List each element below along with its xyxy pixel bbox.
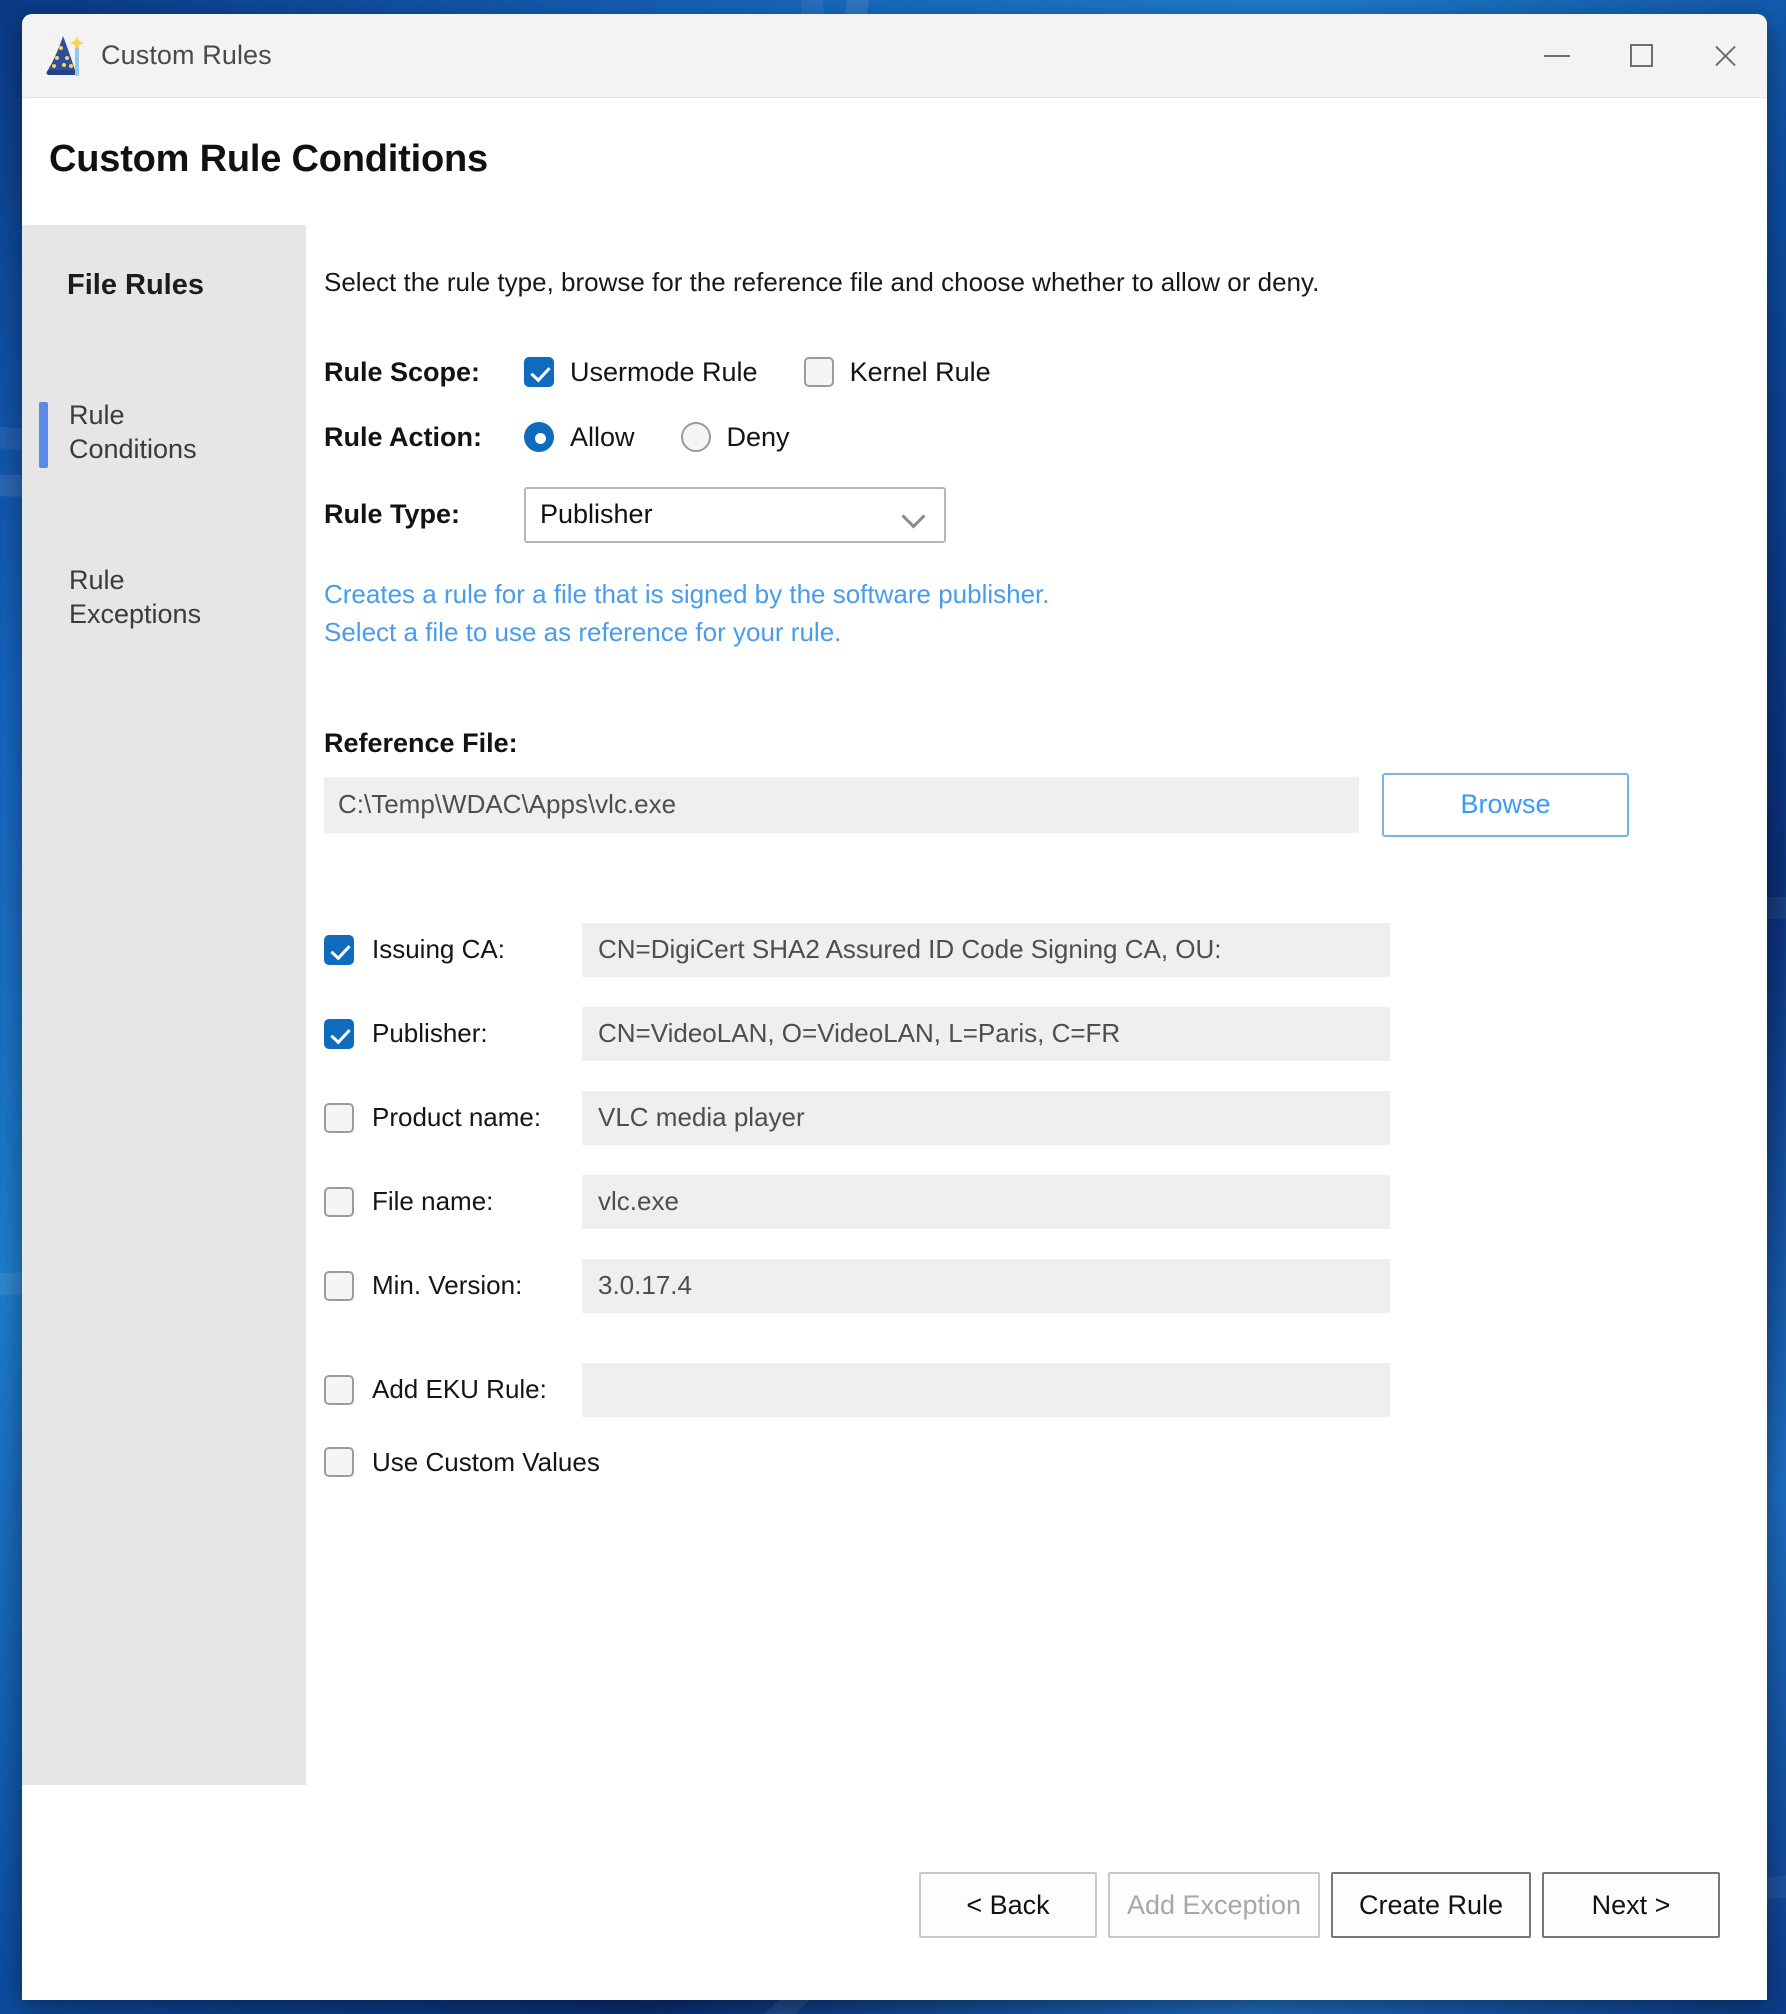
close-button[interactable] [1683, 14, 1767, 98]
create-rule-button[interactable]: Create Rule [1331, 1872, 1531, 1938]
field-row-issuing-ca: Issuing CA: CN=DigiCert SHA2 Assured ID … [324, 923, 1767, 977]
use-custom-values-checkbox[interactable] [324, 1447, 354, 1477]
rule-type-description-line-1: Creates a rule for a file that is signed… [324, 577, 1767, 611]
use-custom-values-label: Use Custom Values [372, 1447, 600, 1478]
deny-radio[interactable] [681, 422, 711, 452]
maximize-icon [1630, 44, 1653, 67]
rule-scope-label: Rule Scope: [324, 357, 524, 388]
product-name-value[interactable]: VLC media player [582, 1091, 1390, 1145]
attribute-fields: Issuing CA: CN=DigiCert SHA2 Assured ID … [324, 923, 1767, 1478]
main-panel: Select the rule type, browse for the ref… [306, 225, 1767, 1785]
custom-rules-window: Custom Rules Custom Rule Conditions File… [22, 14, 1767, 2000]
issuing-ca-checkbox[interactable] [324, 935, 354, 965]
rule-action-row: Rule Action: Allow Deny [324, 422, 1767, 453]
file-name-label: File name: [372, 1186, 582, 1217]
add-eku-rule-value[interactable] [582, 1363, 1390, 1417]
sidebar-item-rule-conditions[interactable]: Rule Conditions [22, 398, 306, 467]
field-row-file-name: File name: vlc.exe [324, 1175, 1767, 1229]
file-name-value[interactable]: vlc.exe [582, 1175, 1390, 1229]
back-button[interactable]: < Back [919, 1872, 1097, 1938]
next-button[interactable]: Next > [1542, 1872, 1720, 1938]
browse-button[interactable]: Browse [1382, 773, 1629, 837]
rule-type-label: Rule Type: [324, 499, 524, 530]
kernel-rule-checkbox[interactable] [804, 357, 834, 387]
file-name-checkbox[interactable] [324, 1187, 354, 1217]
field-row-use-custom-values: Use Custom Values [324, 1447, 1767, 1478]
field-row-add-eku-rule: Add EKU Rule: [324, 1363, 1767, 1417]
min-version-value[interactable]: 3.0.17.4 [582, 1259, 1390, 1313]
rule-type-description-line-2: Select a file to use as reference for yo… [324, 615, 1767, 649]
window-title: Custom Rules [101, 40, 272, 71]
chevron-down-icon [901, 504, 925, 528]
content-area: File Rules Rule Conditions Rule Exceptio… [22, 225, 1767, 1785]
deny-label: Deny [727, 422, 790, 453]
sidebar-header: File Rules [22, 269, 306, 302]
rule-type-value: Publisher [540, 499, 653, 530]
field-row-product-name: Product name: VLC media player [324, 1091, 1767, 1145]
usermode-rule-label: Usermode Rule [570, 357, 758, 388]
page-title: Custom Rule Conditions [22, 98, 1767, 181]
product-name-label: Product name: [372, 1102, 582, 1133]
publisher-checkbox[interactable] [324, 1019, 354, 1049]
reference-file-row: C:\Temp\WDAC\Apps\vlc.exe Browse [324, 773, 1767, 837]
issuing-ca-value[interactable]: CN=DigiCert SHA2 Assured ID Code Signing… [582, 923, 1390, 977]
window-controls [1515, 14, 1767, 98]
maximize-button[interactable] [1599, 14, 1683, 98]
reference-file-input[interactable]: C:\Temp\WDAC\Apps\vlc.exe [324, 777, 1359, 833]
add-eku-rule-checkbox[interactable] [324, 1375, 354, 1405]
usermode-rule-checkbox[interactable] [524, 357, 554, 387]
title-bar: Custom Rules [22, 14, 1767, 98]
minimize-button[interactable] [1515, 14, 1599, 98]
intro-text: Select the rule type, browse for the ref… [324, 265, 1514, 301]
field-row-publisher: Publisher: CN=VideoLAN, O=VideoLAN, L=Pa… [324, 1007, 1767, 1061]
min-version-checkbox[interactable] [324, 1271, 354, 1301]
rule-action-label: Rule Action: [324, 422, 524, 453]
add-eku-rule-label: Add EKU Rule: [372, 1374, 582, 1405]
allow-radio[interactable] [524, 422, 554, 452]
sidebar: File Rules Rule Conditions Rule Exceptio… [22, 225, 306, 1785]
wizard-hat-icon [43, 34, 85, 78]
reference-file-label: Reference File: [324, 728, 1767, 759]
minimize-icon [1544, 55, 1570, 57]
rule-type-row: Rule Type: Publisher [324, 487, 1767, 543]
field-row-min-version: Min. Version: 3.0.17.4 [324, 1259, 1767, 1313]
footer-button-bar: < Back Add Exception Create Rule Next > [22, 1810, 1767, 2000]
close-icon [1712, 43, 1738, 69]
rule-type-select[interactable]: Publisher [524, 487, 946, 543]
product-name-checkbox[interactable] [324, 1103, 354, 1133]
allow-label: Allow [570, 422, 635, 453]
publisher-label: Publisher: [372, 1018, 582, 1049]
sidebar-item-rule-exceptions[interactable]: Rule Exceptions [22, 563, 306, 632]
add-exception-button[interactable]: Add Exception [1108, 1872, 1320, 1938]
rule-scope-row: Rule Scope: Usermode Rule Kernel Rule [324, 357, 1767, 388]
issuing-ca-label: Issuing CA: [372, 934, 582, 965]
min-version-label: Min. Version: [372, 1270, 582, 1301]
kernel-rule-label: Kernel Rule [850, 357, 991, 388]
publisher-value[interactable]: CN=VideoLAN, O=VideoLAN, L=Paris, C=FR [582, 1007, 1390, 1061]
